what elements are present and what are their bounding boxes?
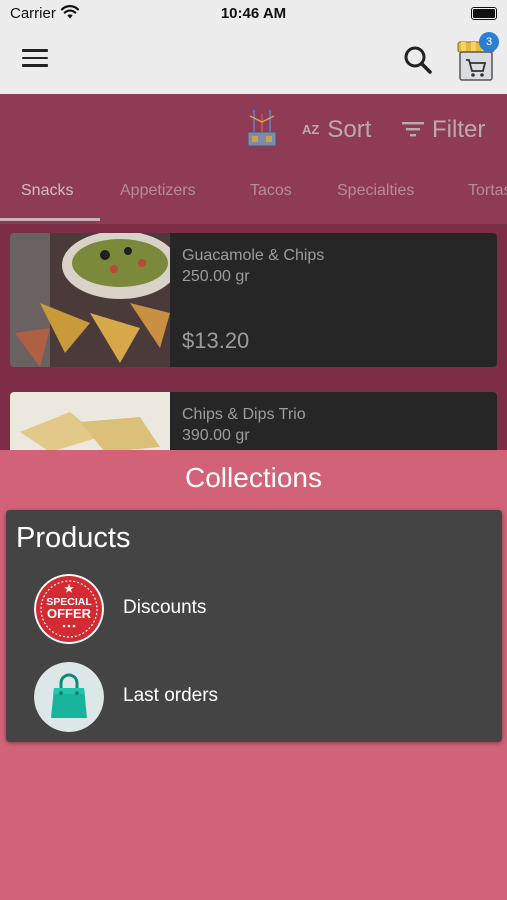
product-card[interactable]: Guacamole & Chips 250.00 gr $13.20 [10, 233, 497, 367]
sort-az-icon: AZ [302, 122, 320, 137]
status-bar: Carrier 10:46 AM [0, 0, 507, 28]
product-name: Guacamole & Chips [182, 247, 325, 264]
cart-count-badge: 3 [479, 32, 499, 52]
collection-item-last-orders[interactable]: Last orders [34, 662, 474, 732]
collection-item-label: Last orders [123, 685, 219, 706]
category-band: AZ Sort Filter Snacks Appetizers Tacos S… [0, 94, 507, 224]
active-tab-indicator [0, 218, 100, 221]
sort-button[interactable]: AZ Sort [302, 116, 371, 144]
restaurant-logo-icon [244, 108, 280, 150]
cart-button[interactable]: 3 [455, 32, 499, 82]
tab-specialties[interactable]: Specialties [337, 182, 414, 200]
collections-sheet: Collections Products SPECIAL OFFER Disco… [0, 450, 507, 900]
sheet-title: Collections [185, 462, 322, 493]
products-panel: Products SPECIAL OFFER Discounts Last or… [6, 510, 502, 742]
hamburger-menu-icon[interactable] [22, 49, 48, 71]
special-offer-icon: SPECIAL OFFER [34, 574, 104, 644]
filter-button[interactable]: Filter [402, 116, 485, 144]
product-price: $13.20 [182, 328, 250, 353]
shopping-bag-icon [34, 662, 104, 732]
panel-heading: Products [16, 522, 131, 554]
sort-filter-toolbar: AZ Sort Filter [0, 94, 507, 166]
search-icon[interactable] [402, 44, 434, 81]
tab-tacos[interactable]: Tacos [250, 182, 292, 200]
collection-item-discounts[interactable]: SPECIAL OFFER Discounts [34, 574, 474, 644]
product-name: Chips & Dips Trio [182, 406, 306, 423]
offer-text-line2: OFFER [47, 606, 92, 621]
category-tabs: Snacks Appetizers Tacos Specialties Tort… [0, 166, 507, 222]
sort-label: Sort [327, 116, 372, 143]
filter-label: Filter [432, 116, 486, 143]
product-list: Guacamole & Chips 250.00 gr $13.20 Chips… [0, 224, 507, 450]
tab-snacks[interactable]: Snacks [21, 182, 73, 200]
product-image [10, 233, 178, 367]
product-image [10, 392, 170, 450]
filter-icon [402, 116, 424, 144]
battery-icon [471, 7, 497, 20]
product-card[interactable]: Chips & Dips Trio 390.00 gr [10, 392, 497, 450]
status-time: 10:46 AM [220, 5, 287, 22]
app-bar: 3 [0, 28, 507, 94]
product-weight: 250.00 gr [182, 268, 250, 285]
tab-tortas[interactable]: Tortas [468, 182, 507, 200]
product-weight: 390.00 gr [182, 427, 250, 444]
tab-appetizers[interactable]: Appetizers [120, 182, 196, 200]
collection-item-label: Discounts [123, 597, 207, 618]
